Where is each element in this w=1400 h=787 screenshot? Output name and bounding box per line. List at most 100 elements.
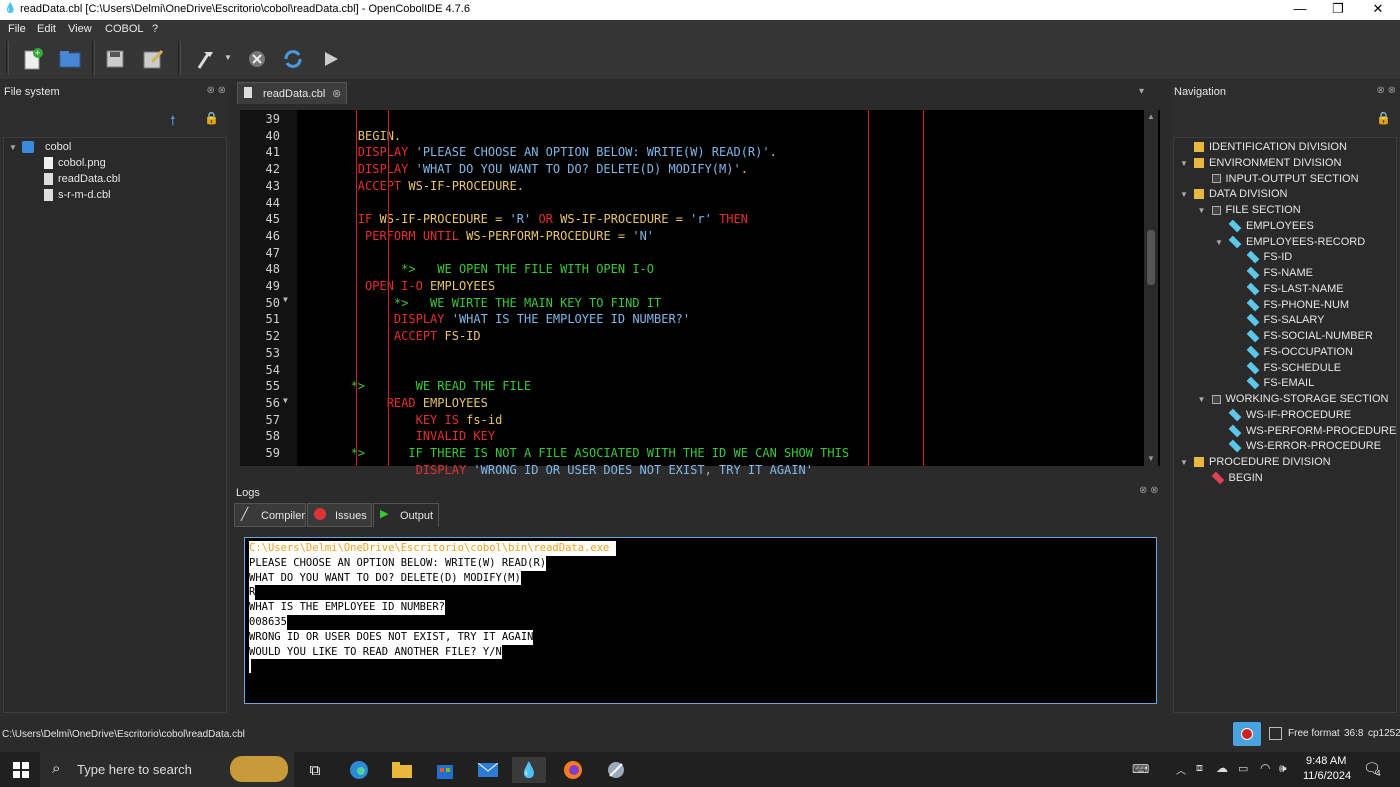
battery-icon[interactable]: ▭ — [1238, 762, 1248, 775]
outline-item[interactable]: WORKING-STORAGE SECTION — [1211, 391, 1388, 407]
outline-item[interactable]: ENVIRONMENT DIVISION — [1194, 155, 1341, 171]
outline-item[interactable]: FS-OCCUPATION — [1246, 344, 1353, 360]
lock-icon[interactable]: 🔒 — [1376, 111, 1391, 125]
compile-dropdown-icon[interactable]: ▼ — [224, 53, 232, 62]
task-view-icon[interactable]: ⧉ — [298, 757, 332, 783]
folder-cobol[interactable]: cobol — [22, 139, 71, 155]
code-editor[interactable]: 39 40 41 42 43 44 45 46 47 48 49 50 51 52 53 54 55 56 57 58… — [240, 110, 1160, 477]
menu-edit[interactable]: Edit — [37, 23, 56, 35]
onedrive-icon[interactable]: ☁ — [1216, 761, 1228, 775]
expand-arrow-icon[interactable]: ▼ — [1198, 206, 1206, 215]
cobol-file-icon — [244, 87, 252, 98]
expand-arrow-icon[interactable]: ▼ — [1198, 395, 1206, 404]
menu-view[interactable]: View — [68, 23, 92, 35]
outline-item[interactable]: FILE SECTION — [1211, 202, 1301, 218]
error-indicator-button[interactable] — [1233, 722, 1261, 746]
outline-item[interactable]: INPUT-OUTPUT SECTION — [1211, 171, 1359, 187]
show-hidden-icons-icon[interactable]: ︿ — [1176, 762, 1186, 777]
section-icon — [1211, 174, 1221, 183]
code-line: *> WE READ THE FILE — [300, 378, 532, 394]
panel-buttons-icon[interactable]: ⊗ ⊗ — [1376, 85, 1396, 96]
expand-arrow-icon[interactable]: ▼ — [1180, 159, 1188, 168]
expand-arrow-icon[interactable]: ▼ — [9, 143, 17, 152]
paragraph-icon — [1211, 471, 1224, 485]
expand-arrow-icon[interactable]: ▼ — [1180, 190, 1188, 199]
outline-item[interactable]: PROCEDURE DIVISION — [1194, 454, 1331, 470]
panel-buttons-icon[interactable]: ⊗ ⊗ — [206, 85, 226, 96]
fold-arrow-icon[interactable]: ▼ — [283, 396, 288, 405]
store-icon[interactable] — [428, 757, 462, 783]
outline-item[interactable]: FS-LAST-NAME — [1246, 281, 1344, 297]
lock-icon[interactable]: 🔒 — [204, 111, 219, 125]
expand-arrow-icon[interactable]: ▼ — [1215, 238, 1223, 247]
program-output-console[interactable]: C:\Users\Delmi\OneDrive\Escritorio\cobol… — [244, 537, 1157, 704]
menu-help[interactable]: ? — [152, 23, 158, 35]
outline-item[interactable]: FS-EMAIL — [1246, 375, 1314, 391]
outline-item[interactable]: WS-ERROR-PROCEDURE — [1228, 438, 1381, 454]
minimize-button[interactable]: — — [1280, 0, 1320, 20]
tab-output[interactable]: ▶ Output — [373, 503, 439, 527]
code-token: 'N' — [632, 228, 655, 243]
tab-compiler[interactable]: ╱ Compiler — [234, 503, 306, 527]
outline-item[interactable]: FS-SALARY — [1246, 312, 1324, 328]
app-icon[interactable] — [599, 757, 633, 783]
edge-icon[interactable] — [342, 757, 376, 783]
taskbar-search-box[interactable]: ⌕ Type here to search — [40, 752, 294, 787]
editor-scrollbar[interactable]: ▲ ▼ — [1144, 110, 1158, 466]
outline-item[interactable]: FS-ID — [1246, 249, 1292, 265]
firefox-icon[interactable] — [556, 757, 590, 783]
meet-now-icon[interactable]: ⧈ — [1196, 762, 1203, 775]
outline-item[interactable]: IDENTIFICATION DIVISION — [1194, 139, 1347, 155]
tab-issues[interactable]: Issues — [307, 503, 372, 527]
outline-item[interactable]: FS-SCHEDULE — [1246, 360, 1341, 376]
rebuild-icon[interactable] — [278, 44, 308, 74]
menu-cobol[interactable]: COBOL — [105, 23, 144, 35]
clean-icon[interactable] — [242, 44, 272, 74]
free-format-checkbox[interactable] — [1269, 727, 1282, 740]
tab-menu-icon[interactable]: ▾ — [1139, 86, 1144, 97]
code-token: KEY IS — [300, 412, 467, 427]
save-as-icon[interactable] — [138, 44, 168, 74]
editor-tab[interactable]: readData.cbl ⊗ — [237, 82, 347, 104]
outline-item[interactable]: FS-NAME — [1246, 265, 1313, 281]
new-file-icon[interactable]: + — [18, 44, 48, 74]
notification-count: 4 — [1376, 769, 1381, 778]
windows-start-icon[interactable] — [4, 757, 38, 783]
outline-item[interactable]: EMPLOYEES — [1228, 218, 1314, 234]
menu-file[interactable]: File — [8, 23, 26, 35]
panel-buttons-icon[interactable]: ⊗ ⊗ — [1139, 485, 1159, 496]
open-file-icon[interactable] — [55, 44, 85, 74]
clock-time[interactable]: 9:48 AM — [1306, 755, 1346, 767]
expand-arrow-icon[interactable]: ▼ — [1180, 458, 1188, 467]
wifi-icon[interactable]: ◠ — [1260, 761, 1270, 775]
close-button[interactable]: ✕ — [1358, 0, 1398, 20]
fold-arrow-icon[interactable]: ▼ — [283, 295, 288, 304]
file-item[interactable]: readData.cbl — [44, 171, 120, 187]
file-explorer-icon[interactable] — [385, 757, 419, 783]
file-item[interactable]: cobol.png — [44, 155, 106, 171]
scrollbar-thumb[interactable] — [1147, 230, 1155, 285]
close-tab-icon[interactable]: ⊗ — [332, 87, 341, 100]
outline-item[interactable]: DATA DIVISION — [1194, 186, 1287, 202]
compile-icon[interactable] — [190, 44, 220, 74]
go-up-icon[interactable]: 🠕 — [170, 112, 176, 134]
outline-item[interactable]: EMPLOYEES-RECORD — [1228, 234, 1365, 250]
file-item[interactable]: s-r-m-d.cbl — [44, 187, 111, 203]
run-icon[interactable] — [316, 44, 346, 74]
save-icon[interactable] — [100, 44, 130, 74]
line-number: 54 — [265, 362, 280, 377]
outline-item[interactable]: WS-IF-PROCEDURE — [1228, 407, 1351, 423]
code-line: INVALID KEY — [300, 428, 495, 444]
clock-date[interactable]: 11/6/2024 — [1303, 770, 1351, 782]
outline-item[interactable]: FS-PHONE-NUM — [1246, 297, 1349, 313]
hammer-icon: ╱ — [241, 507, 249, 521]
volume-icon[interactable]: 🕪 — [1279, 761, 1287, 776]
maximize-button[interactable]: ❐ — [1318, 0, 1358, 20]
mail-icon[interactable] — [471, 757, 505, 783]
keyboard-icon[interactable]: ⌨ — [1132, 762, 1149, 776]
opencobolide-taskbar-icon[interactable]: 💧 — [512, 757, 546, 783]
outline-item[interactable]: WS-PERFORM-PROCEDURE — [1228, 423, 1396, 439]
outline-item[interactable]: FS-SOCIAL-NUMBER — [1246, 328, 1373, 344]
outline-item[interactable]: BEGIN — [1211, 470, 1263, 486]
cursor-position: 36:8 — [1344, 728, 1364, 739]
